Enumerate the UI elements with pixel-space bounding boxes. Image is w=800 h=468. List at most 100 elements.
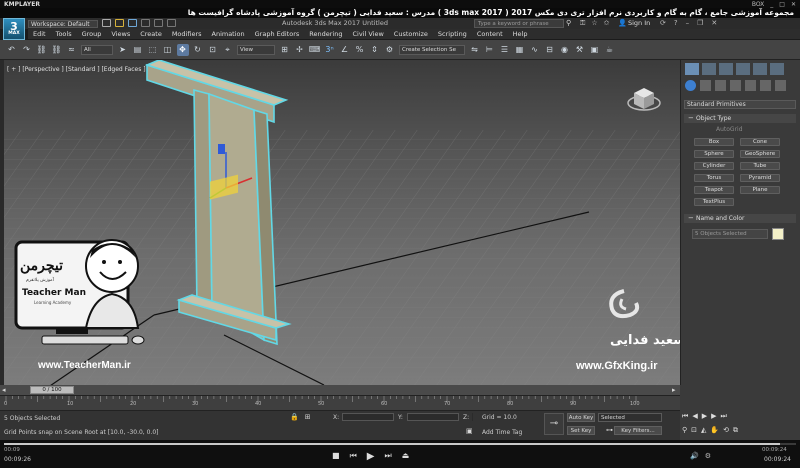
bind-space-warp-icon[interactable]: ≈	[66, 44, 78, 56]
menu-views[interactable]: Views	[106, 30, 135, 38]
add-time-tag[interactable]: Add Time Tag	[482, 429, 522, 436]
layer-explorer-icon[interactable]: ☰	[499, 44, 511, 56]
menu-customize[interactable]: Customize	[389, 30, 433, 38]
select-object-icon[interactable]: ➤	[117, 44, 129, 56]
autogrid-checkbox[interactable]: AutoGrid	[716, 126, 743, 133]
key-filters-button[interactable]: Key Filters...	[614, 426, 662, 435]
render-setup-icon[interactable]: ⚒	[574, 44, 586, 56]
helpers-icon[interactable]	[745, 80, 756, 91]
name-and-color-rollout[interactable]: Name and Color	[684, 214, 796, 223]
player-play-icon[interactable]: ▶	[367, 451, 375, 462]
menu-group[interactable]: Group	[77, 30, 107, 38]
player-next-icon[interactable]: ⏭	[384, 451, 391, 462]
shapes-icon[interactable]	[700, 80, 711, 91]
player-prev-icon[interactable]: ⏮	[350, 451, 357, 462]
hierarchy-tab-icon[interactable]	[719, 63, 733, 75]
curve-editor-icon[interactable]: ∿	[529, 44, 541, 56]
angle-snap-icon[interactable]: ∠	[339, 44, 351, 56]
modify-tab-icon[interactable]	[702, 63, 716, 75]
player-maximize-icon[interactable]: □	[779, 1, 785, 8]
selection-lock-icon[interactable]: 🔒	[290, 413, 299, 421]
communication-icon[interactable]: ☆	[591, 19, 597, 28]
set-key-button[interactable]: Set Key	[567, 426, 595, 435]
x-coordinate-field[interactable]	[342, 413, 394, 421]
textplus-button[interactable]: TextPlus	[694, 198, 734, 206]
exchange-icon[interactable]: ⟳	[660, 19, 666, 27]
player-stop-icon[interactable]: ■	[332, 451, 340, 462]
set-key-icon[interactable]: ⊸	[544, 413, 564, 435]
redo-icon[interactable]	[154, 19, 163, 27]
menu-help[interactable]: Help	[508, 30, 533, 38]
new-icon[interactable]	[102, 19, 111, 27]
key-mode-icon[interactable]: ⊶	[606, 426, 613, 434]
close-icon[interactable]: ✕	[711, 19, 717, 27]
geosphere-button[interactable]: GeoSphere	[740, 150, 780, 158]
favorites-icon[interactable]: ✩	[604, 19, 610, 28]
edit-named-selection-icon[interactable]: ⚙	[384, 44, 396, 56]
tube-button[interactable]: Tube	[740, 162, 780, 170]
box-button[interactable]: Box	[694, 138, 734, 146]
save-icon[interactable]	[128, 19, 137, 27]
time-slider-prev-icon[interactable]: ◂	[2, 386, 6, 394]
menu-scripting[interactable]: Scripting	[433, 30, 472, 38]
object-type-rollout[interactable]: Object Type	[684, 114, 796, 123]
rectangular-selection-icon[interactable]: ⬚	[147, 44, 159, 56]
cone-button[interactable]: Cone	[740, 138, 780, 146]
spinner-snap-icon[interactable]: ⇕	[369, 44, 381, 56]
workspace-dropdown[interactable]: Workspace: Default	[28, 20, 98, 28]
orbit-icon[interactable]: ⟲	[723, 426, 729, 435]
pan-icon[interactable]: ✋	[710, 426, 719, 435]
time-slider-next-icon[interactable]: ▸	[672, 386, 676, 394]
lights-icon[interactable]	[715, 80, 726, 91]
teapot-button[interactable]: Teapot	[694, 186, 734, 194]
select-by-name-icon[interactable]: ▤	[132, 44, 144, 56]
undo-icon[interactable]	[141, 19, 150, 27]
sphere-button[interactable]: Sphere	[694, 150, 734, 158]
go-to-end-icon[interactable]: ⏭	[720, 412, 726, 421]
plane-button[interactable]: Plane	[740, 186, 780, 194]
selection-filter-dropdown[interactable]: All	[81, 44, 113, 55]
menu-rendering[interactable]: Rendering	[304, 30, 347, 38]
object-color-swatch[interactable]	[772, 228, 784, 240]
player-seek-bar[interactable]	[4, 443, 796, 445]
menu-graph-editors[interactable]: Graph Editors	[250, 30, 305, 38]
sign-in-link[interactable]: Sign In	[628, 19, 650, 28]
restore-icon[interactable]: ❐	[697, 19, 703, 27]
motion-tab-icon[interactable]	[736, 63, 750, 75]
player-minimize-icon[interactable]: _	[770, 1, 773, 8]
percent-snap-icon[interactable]: %	[354, 44, 366, 56]
y-coordinate-field[interactable]	[407, 413, 459, 421]
player-volume-icon[interactable]: 🔊	[690, 452, 699, 460]
render-production-icon[interactable]: ☕	[604, 44, 616, 56]
undo-icon[interactable]: ↶	[6, 44, 18, 56]
time-slider-track[interactable]	[0, 385, 680, 395]
window-crossing-icon[interactable]: ◫	[162, 44, 174, 56]
select-move-icon[interactable]: ✥	[176, 43, 189, 56]
pivot-center-icon[interactable]: ⊞	[279, 44, 291, 56]
redo-icon[interactable]: ↷	[21, 44, 33, 56]
menu-tools[interactable]: Tools	[51, 30, 77, 38]
next-frame-icon[interactable]: ▶	[711, 412, 716, 421]
viewcube[interactable]	[627, 88, 661, 111]
snaps-toggle-icon[interactable]: 3ⁿ	[324, 44, 336, 56]
previous-frame-icon[interactable]: ◀	[692, 412, 697, 421]
absolute-mode-icon[interactable]: ⊞	[305, 413, 311, 421]
menu-edit[interactable]: Edit	[28, 30, 51, 38]
player-badge[interactable]: BOX	[752, 1, 764, 8]
time-slider-thumb[interactable]: 0 / 100	[30, 386, 74, 394]
play-icon[interactable]: ▶	[702, 412, 707, 421]
open-icon[interactable]	[115, 19, 124, 27]
app-logo[interactable]: 3 MAX	[3, 18, 25, 40]
menu-animation[interactable]: Animation	[207, 30, 250, 38]
reference-coordinate-dropdown[interactable]: View	[237, 44, 275, 55]
z-coordinate-field[interactable]	[472, 413, 473, 421]
align-icon[interactable]: ⊨	[484, 44, 496, 56]
zoom-icon[interactable]: ⚲	[682, 426, 687, 435]
viewport-label-menu[interactable]: [ + ] [Perspective ] [Standard ] [Edged …	[7, 66, 146, 73]
auto-key-button[interactable]: Auto Key	[567, 413, 595, 422]
create-tab-icon[interactable]	[685, 63, 699, 75]
project-icon[interactable]	[167, 19, 176, 27]
unlink-icon[interactable]: ⛓	[51, 44, 63, 56]
cameras-icon[interactable]	[730, 80, 741, 91]
go-to-start-icon[interactable]: ⏮	[682, 412, 688, 421]
